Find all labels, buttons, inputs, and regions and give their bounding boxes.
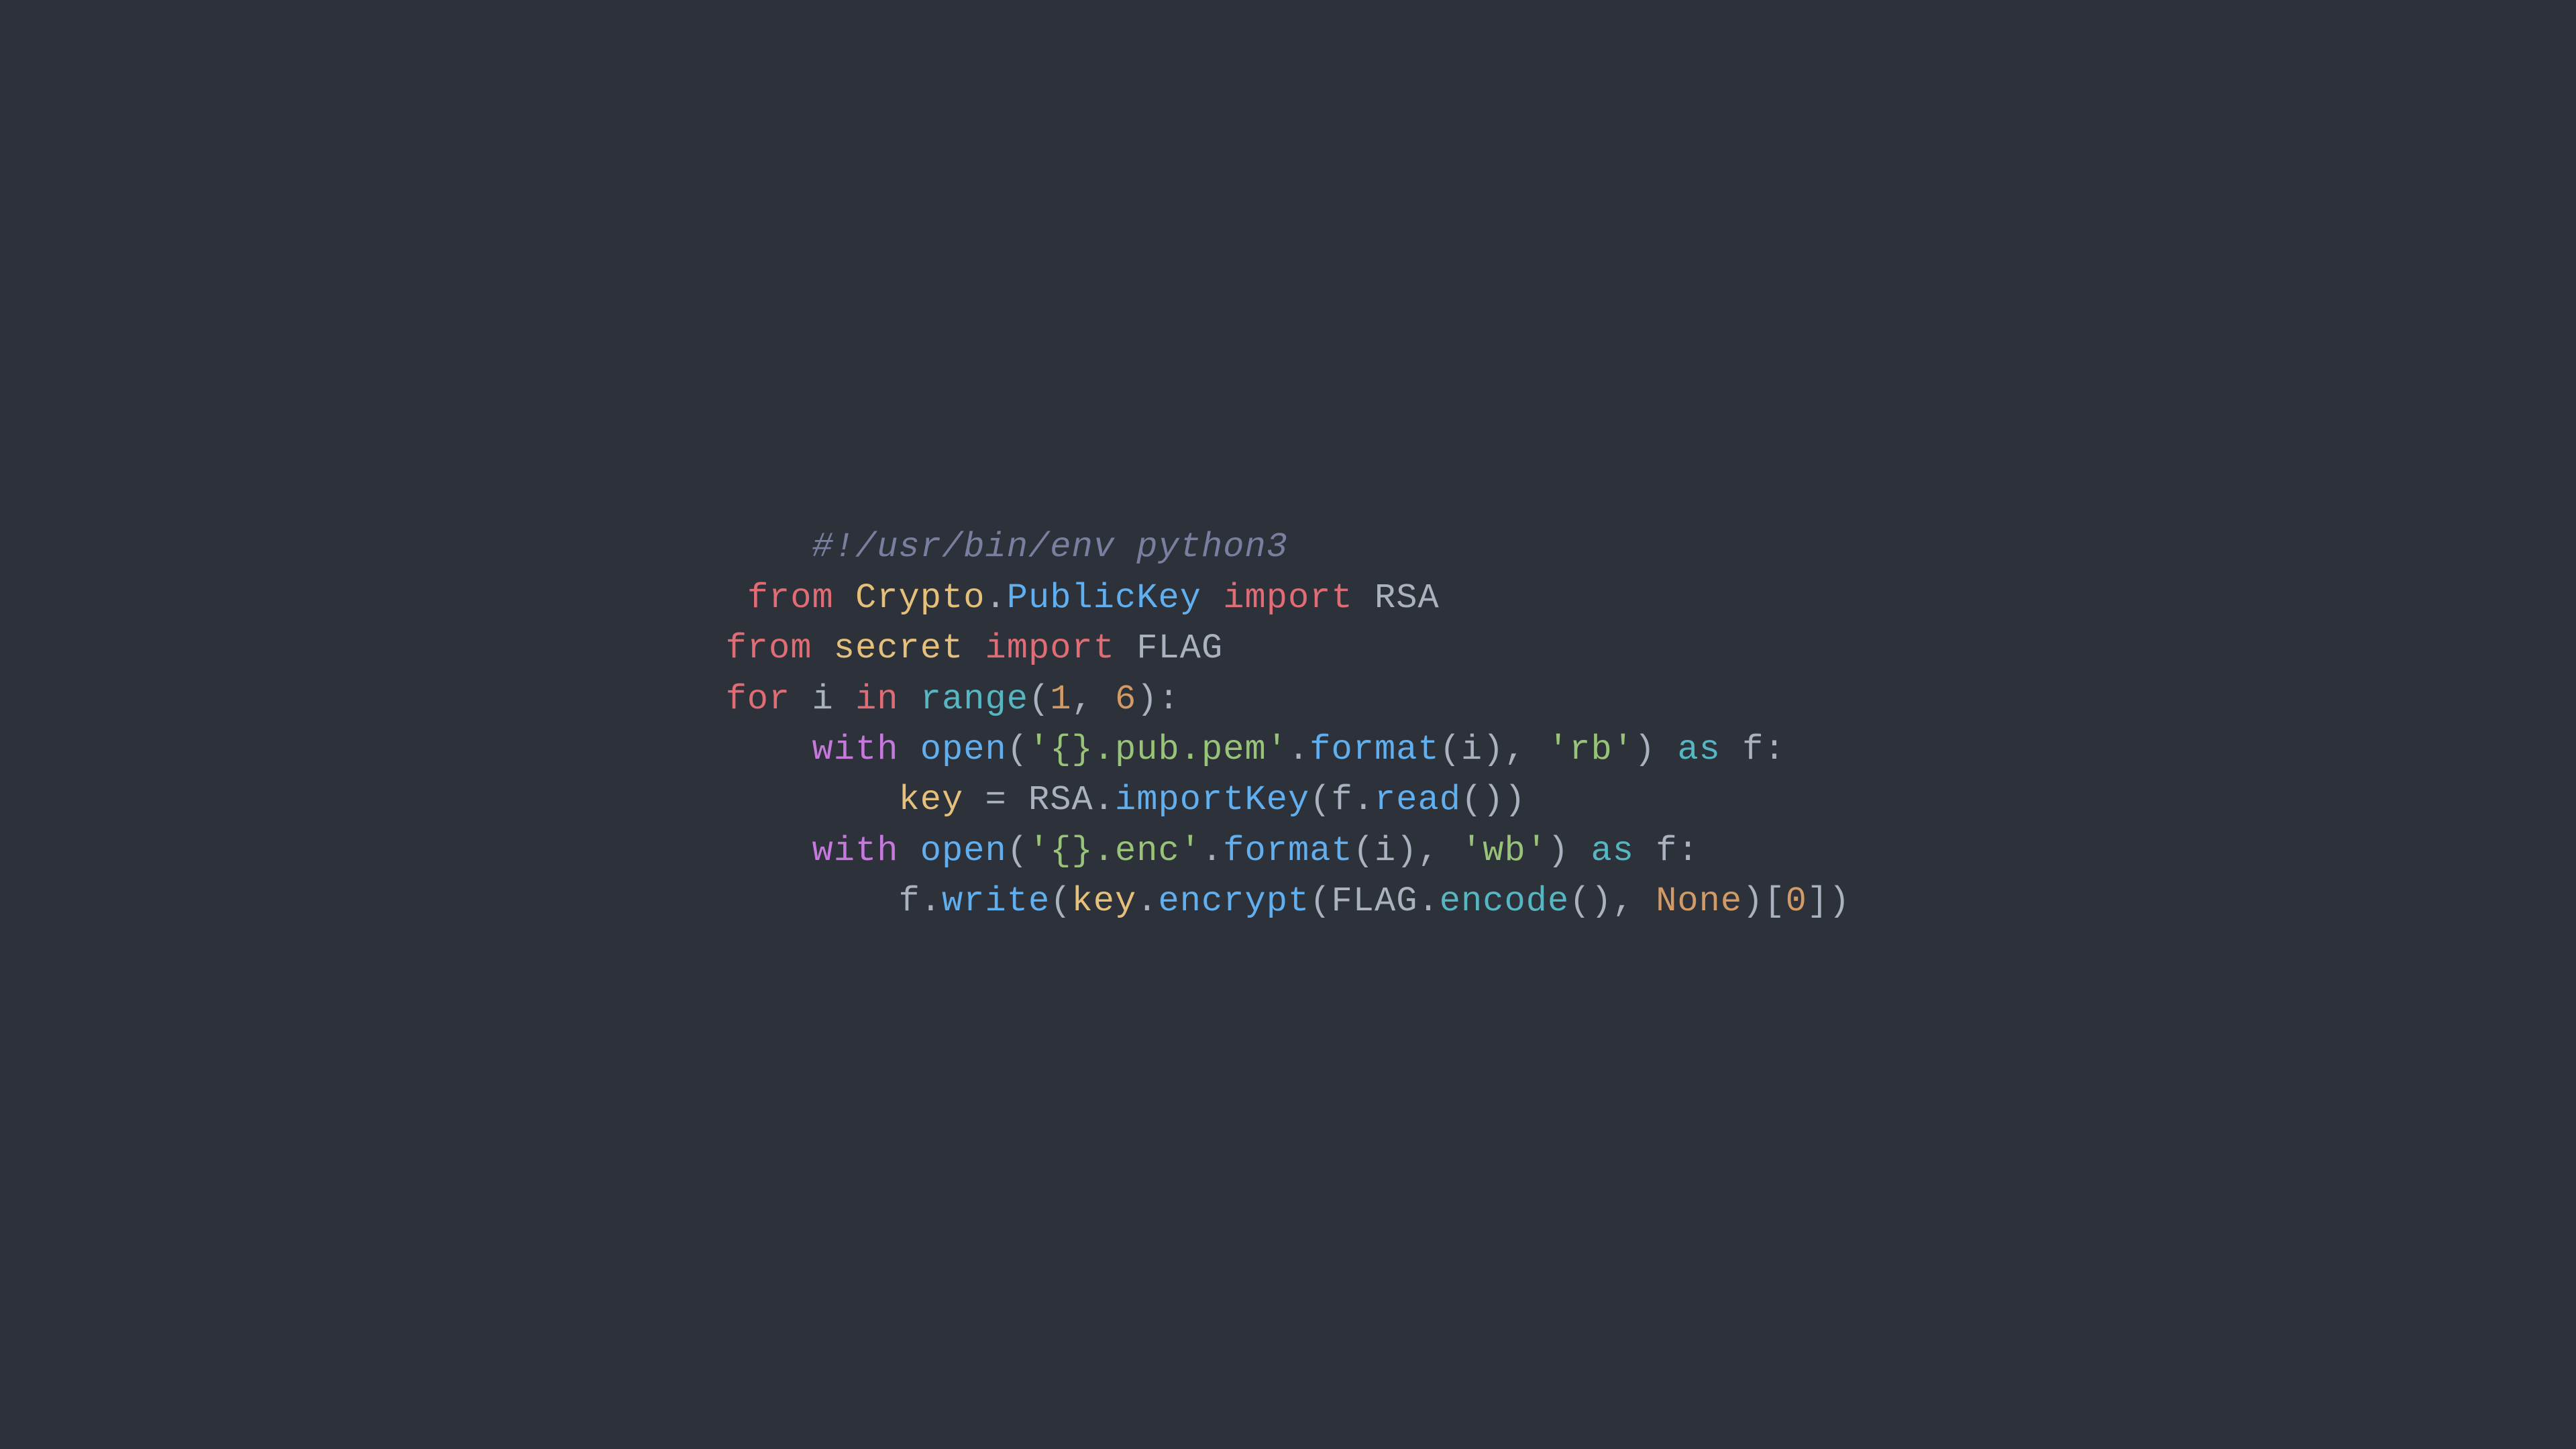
code-token: FLAG: [1115, 623, 1223, 674]
code-token: f: [899, 876, 920, 926]
code-token: .: [1417, 876, 1439, 926]
code-token: ()): [1461, 775, 1526, 825]
indent: [726, 826, 812, 876]
code-token: [834, 573, 855, 623]
code-token: 0: [1786, 876, 1807, 926]
code-token: ):: [1136, 674, 1180, 724]
code-token: from: [726, 623, 812, 674]
code-token: key: [1072, 876, 1137, 926]
code-token: f:: [1721, 724, 1786, 775]
code-token: f:: [1634, 826, 1699, 876]
code-token: [1201, 573, 1223, 623]
line-with1: with open('{}.pub.pem'.format(i), 'rb') …: [726, 724, 1851, 775]
code-token: (: [1440, 724, 1461, 775]
code-token: .: [920, 876, 942, 926]
code-token: open: [920, 826, 1007, 876]
code-token: secret: [834, 623, 963, 674]
indent: [726, 775, 899, 825]
code-token: 'wb': [1461, 826, 1548, 876]
code-token: with: [812, 724, 899, 775]
code-token: f: [1332, 775, 1353, 825]
code-token: format: [1223, 826, 1352, 876]
code-token: as: [1677, 724, 1721, 775]
code-token: ): [1548, 826, 1591, 876]
code-token: with: [812, 826, 899, 876]
code-token: #!/usr/bin/env python3: [812, 522, 1288, 572]
line-with2: with open('{}.enc'.format(i), 'wb') as f…: [726, 826, 1851, 876]
line-import2: from secret import FLAG: [726, 623, 1851, 674]
code-token: encode: [1440, 876, 1569, 926]
code-token: RSA: [1353, 573, 1440, 623]
code-token: RSA: [1028, 775, 1093, 825]
line-write: f.write(key.encrypt(FLAG.encode(), None)…: [726, 876, 1851, 926]
code-token: [899, 826, 920, 876]
code-token: from: [747, 573, 834, 623]
code-token: in: [855, 674, 899, 724]
code-token: 1: [1050, 674, 1071, 724]
code-token: i: [790, 674, 855, 724]
code-token: .: [1201, 826, 1223, 876]
line-key: key = RSA.importKey(f.read()): [726, 775, 1851, 825]
code-token: FLAG: [1331, 876, 1417, 926]
code-token: .: [1288, 724, 1309, 775]
code-token: PublicKey: [1007, 573, 1201, 623]
code-token: )[: [1742, 876, 1786, 926]
code-token: ),: [1483, 724, 1548, 775]
line-shebang: #!/usr/bin/env python3: [726, 522, 1851, 572]
line-import1: from Crypto.PublicKey import RSA: [726, 573, 1851, 623]
code-token: (: [1309, 775, 1331, 825]
code-token: .: [985, 573, 1007, 623]
code-token: importKey: [1115, 775, 1309, 825]
indent: [726, 876, 899, 926]
code-token: import: [985, 623, 1115, 674]
code-token: (: [1353, 826, 1375, 876]
code-token: ,: [1072, 674, 1116, 724]
code-token: .: [1136, 876, 1158, 926]
code-editor: #!/usr/bin/env python3 from Crypto.Publi…: [726, 522, 1851, 926]
indent: [726, 522, 812, 572]
code-token: i: [1461, 724, 1483, 775]
code-token: key: [899, 775, 964, 825]
code-token: (: [1309, 876, 1331, 926]
code-token: encrypt: [1159, 876, 1310, 926]
code-token: [963, 623, 985, 674]
code-token: .: [1353, 775, 1375, 825]
indent: [726, 573, 747, 623]
code-token: i: [1375, 826, 1396, 876]
code-token: range: [920, 674, 1028, 724]
code-token: =: [963, 775, 1028, 825]
code-token: (: [1007, 724, 1028, 775]
code-token: '{}.pub.pem': [1028, 724, 1288, 775]
code-token: open: [920, 724, 1007, 775]
code-token: format: [1309, 724, 1439, 775]
code-token: [899, 674, 920, 724]
code-token: for: [726, 674, 791, 724]
code-token: (: [1028, 674, 1050, 724]
code-token: Crypto: [855, 573, 985, 623]
code-token: ),: [1396, 826, 1461, 876]
code-token: '{}.enc': [1028, 826, 1201, 876]
code-token: ]): [1807, 876, 1851, 926]
code-token: 6: [1115, 674, 1136, 724]
code-token: read: [1375, 775, 1461, 825]
code-token: (: [1050, 876, 1071, 926]
code-token: [812, 623, 834, 674]
code-token: write: [942, 876, 1050, 926]
code-token: as: [1591, 826, 1634, 876]
indent: [726, 724, 812, 775]
code-token: (),: [1569, 876, 1656, 926]
code-token: ): [1634, 724, 1678, 775]
code-token: 'rb': [1548, 724, 1634, 775]
code-token: None: [1656, 876, 1742, 926]
code-token: [899, 724, 920, 775]
line-for: for i in range(1, 6):: [726, 674, 1851, 724]
code-token: .: [1093, 775, 1115, 825]
code-token: import: [1223, 573, 1352, 623]
code-token: (: [1007, 826, 1028, 876]
